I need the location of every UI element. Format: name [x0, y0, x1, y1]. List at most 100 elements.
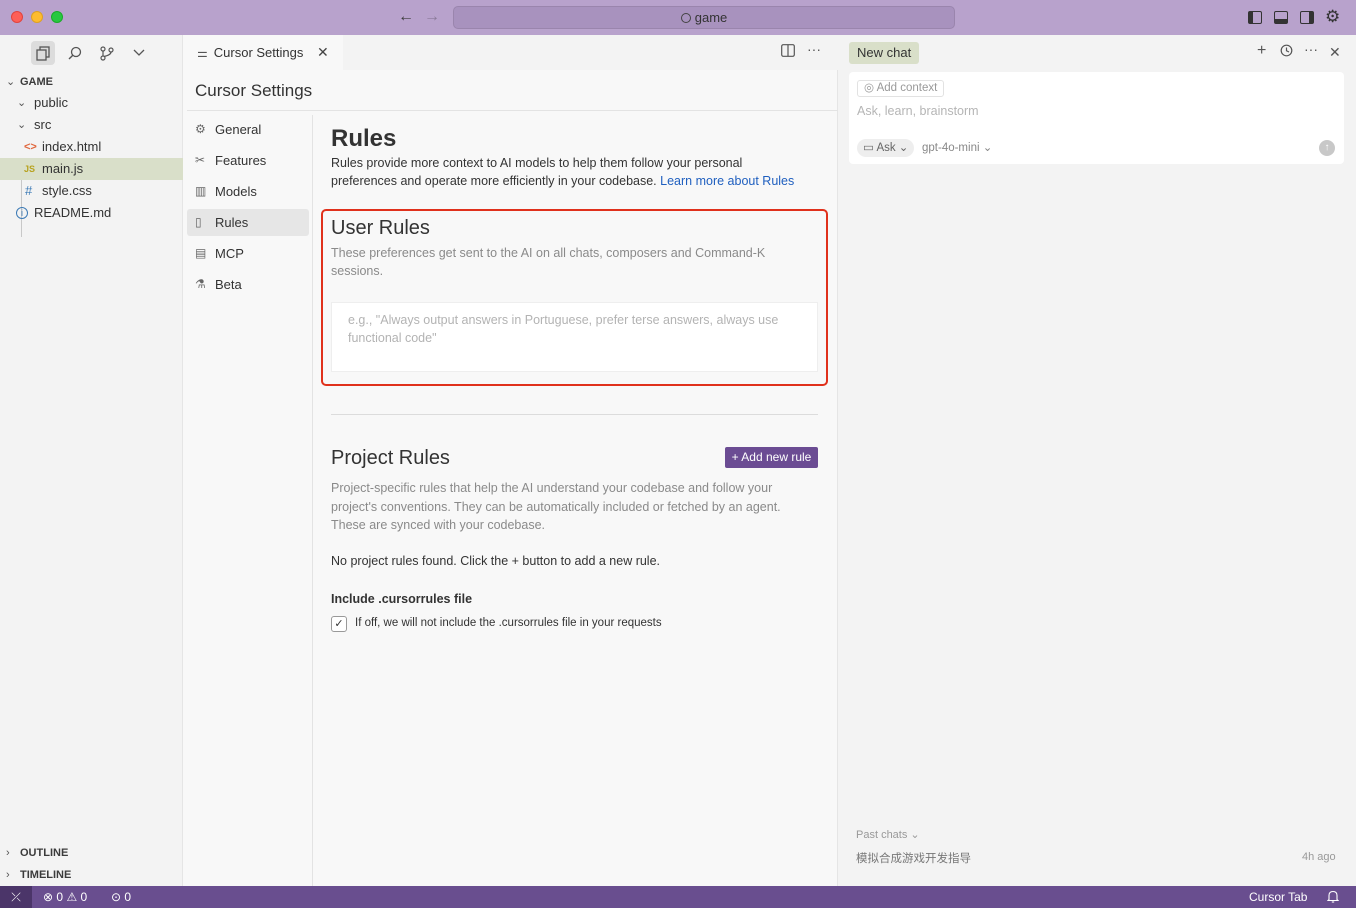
outline-section-header[interactable]: › OUTLINE: [0, 842, 183, 864]
tree-file-index-html[interactable]: <> index.html: [0, 136, 183, 158]
rules-description: Rules provide more context to AI models …: [331, 155, 811, 190]
root-folder-label: GAME: [20, 76, 53, 88]
tree-item-label: main.js: [42, 161, 84, 176]
close-tab-icon[interactable]: ✕: [317, 35, 329, 70]
close-window-button[interactable]: [11, 11, 23, 23]
chat-input-box: ◎ Add context Ask, learn, brainstorm ▭ A…: [849, 72, 1344, 164]
problems-indicator[interactable]: ⊗ 0 ⚠ 0: [43, 886, 87, 908]
nav-label: Features: [215, 153, 267, 168]
bell-icon[interactable]: [1326, 886, 1340, 908]
toggle-panel-icon[interactable]: [1274, 11, 1288, 24]
back-arrow-icon[interactable]: ←: [398, 8, 414, 26]
model-selector[interactable]: gpt-4o-mini ⌄: [922, 139, 992, 157]
minimize-window-button[interactable]: [31, 11, 43, 23]
broadcast-icon: ⊙: [111, 890, 122, 904]
outline-label: OUTLINE: [20, 847, 69, 859]
settings-nav-models[interactable]: ▥ Models: [187, 178, 309, 205]
remote-icon: ⤫: [11, 890, 21, 904]
settings-nav-features[interactable]: ✂ Features: [187, 147, 309, 174]
tree-file-main-js[interactable]: JS main.js: [0, 158, 183, 180]
add-context-button[interactable]: ◎ Add context: [857, 80, 945, 97]
ports-indicator[interactable]: ⊙ 0: [111, 886, 131, 908]
source-control-icon[interactable]: [95, 41, 119, 65]
chevron-right-icon: ›: [6, 847, 10, 859]
learn-more-link[interactable]: Learn more about Rules: [660, 174, 794, 188]
settings-sliders-icon: ⚌: [197, 46, 208, 60]
explorer-files-icon[interactable]: [31, 41, 55, 65]
css-file-icon: #: [25, 183, 33, 198]
rules-heading: Rules: [331, 125, 397, 152]
timeline-label: TIMELINE: [20, 869, 72, 881]
tree-folder-public[interactable]: ⌄ public: [0, 92, 183, 114]
warning-count: 0: [80, 890, 88, 904]
chevron-down-icon: ⌄: [895, 142, 909, 154]
toggle-secondary-sidebar-icon[interactable]: [1300, 11, 1314, 24]
tree-folder-src[interactable]: ⌄ src: [0, 114, 183, 136]
maximize-window-button[interactable]: [51, 11, 63, 23]
include-cursorrules-checkbox[interactable]: ✓: [331, 616, 347, 632]
settings-nav-general[interactable]: ⚙ General: [187, 116, 309, 143]
search-icon[interactable]: [63, 41, 87, 65]
more-actions-icon[interactable]: ···: [1304, 41, 1318, 57]
command-center-text: game: [694, 10, 728, 25]
tree-file-style-css[interactable]: # style.css: [0, 180, 183, 202]
cursor-tab-status[interactable]: Cursor Tab: [1249, 886, 1307, 908]
server-icon: ▤: [195, 246, 207, 260]
chevron-down-icon: ⌄: [907, 829, 920, 841]
settings-gear-icon[interactable]: ⚙: [1325, 8, 1340, 26]
settings-nav-beta[interactable]: ⚗ Beta: [187, 271, 309, 298]
settings-nav: ⚙ General ✂ Features ▥ Models ▯ Rules ▤ MCP ⚗…: [187, 115, 313, 886]
checkmark-icon: ✓: [334, 618, 344, 630]
error-count: 0: [56, 890, 64, 904]
close-icon[interactable]: ✕: [1329, 44, 1341, 61]
chart-icon: ▥: [195, 184, 207, 198]
toggle-primary-sidebar-icon[interactable]: [1248, 11, 1262, 24]
divider: [331, 414, 818, 415]
past-chat-time: 4h ago: [1302, 851, 1336, 863]
divider: [187, 110, 838, 111]
more-actions-icon[interactable]: ···: [807, 41, 821, 57]
title-bar: ← → game ⚙: [0, 0, 1356, 35]
gear-icon: ⚙: [195, 122, 206, 136]
tree-file-readme[interactable]: i README.md: [0, 202, 183, 224]
activity-bar: [0, 35, 183, 70]
user-rules-title: User Rules: [331, 217, 430, 239]
tools-icon: ✂: [195, 153, 206, 167]
mode-selector[interactable]: ▭ Ask ⌄: [857, 139, 915, 157]
status-bar: ⤫ ⊗ 0 ⚠ 0 ⊙ 0 Cursor Tab: [0, 886, 1356, 908]
project-rules-description: Project-specific rules that help the AI …: [331, 481, 781, 532]
chat-input[interactable]: Ask, learn, brainstorm: [857, 104, 979, 118]
plus-icon[interactable]: +: [1257, 42, 1266, 60]
split-editor-icon[interactable]: [781, 44, 795, 60]
new-chat-tab[interactable]: New chat: [849, 42, 920, 64]
command-center-search[interactable]: game: [453, 6, 955, 29]
explorer-root-folder[interactable]: ⌄ GAME: [0, 73, 183, 91]
chevron-down-icon: ⌄: [979, 142, 993, 154]
nav-label: Models: [215, 184, 257, 199]
page-title: Cursor Settings: [195, 81, 313, 100]
chat-panel: New chat + ··· ✕ ◎ Add context Ask, lear…: [838, 35, 1356, 886]
past-chats-header[interactable]: Past chats ⌄: [856, 828, 920, 841]
timeline-section-header[interactable]: › TIMELINE: [0, 864, 183, 886]
settings-nav-mcp[interactable]: ▤ MCP: [187, 240, 309, 267]
chevron-down-icon: ⌄: [6, 76, 16, 88]
past-chat-item[interactable]: 模拟合成游戏开发指导: [856, 850, 971, 866]
tab-cursor-settings[interactable]: ⚌ Cursor Settings ✕: [183, 35, 343, 70]
add-new-rule-button[interactable]: + Add new rule: [725, 447, 818, 468]
chevron-right-icon: ›: [6, 869, 10, 881]
remote-indicator[interactable]: ⤫: [0, 886, 32, 908]
tab-label: Cursor Settings: [213, 45, 304, 60]
past-chats-label: Past chats: [856, 829, 908, 841]
nav-label: MCP: [215, 246, 244, 261]
send-arrow-icon[interactable]: ↑: [1319, 140, 1335, 156]
editor-tab-bar: ⚌ Cursor Settings ✕ ···: [183, 35, 838, 70]
history-icon[interactable]: [1280, 44, 1293, 60]
document-icon: ▯: [195, 215, 202, 229]
editor-area: ⚌ Cursor Settings ✕ ··· Cursor Settings ⚙…: [183, 35, 838, 886]
more-views-chevron-icon[interactable]: [127, 41, 151, 65]
info-file-icon: i: [16, 207, 28, 219]
forward-arrow-icon[interactable]: →: [424, 8, 440, 26]
settings-nav-rules[interactable]: ▯ Rules: [187, 209, 309, 236]
include-cursorrules-description: If off, we will not include the .cursorr…: [355, 617, 662, 629]
user-rules-textarea[interactable]: e.g., "Always output answers in Portugue…: [331, 302, 818, 372]
